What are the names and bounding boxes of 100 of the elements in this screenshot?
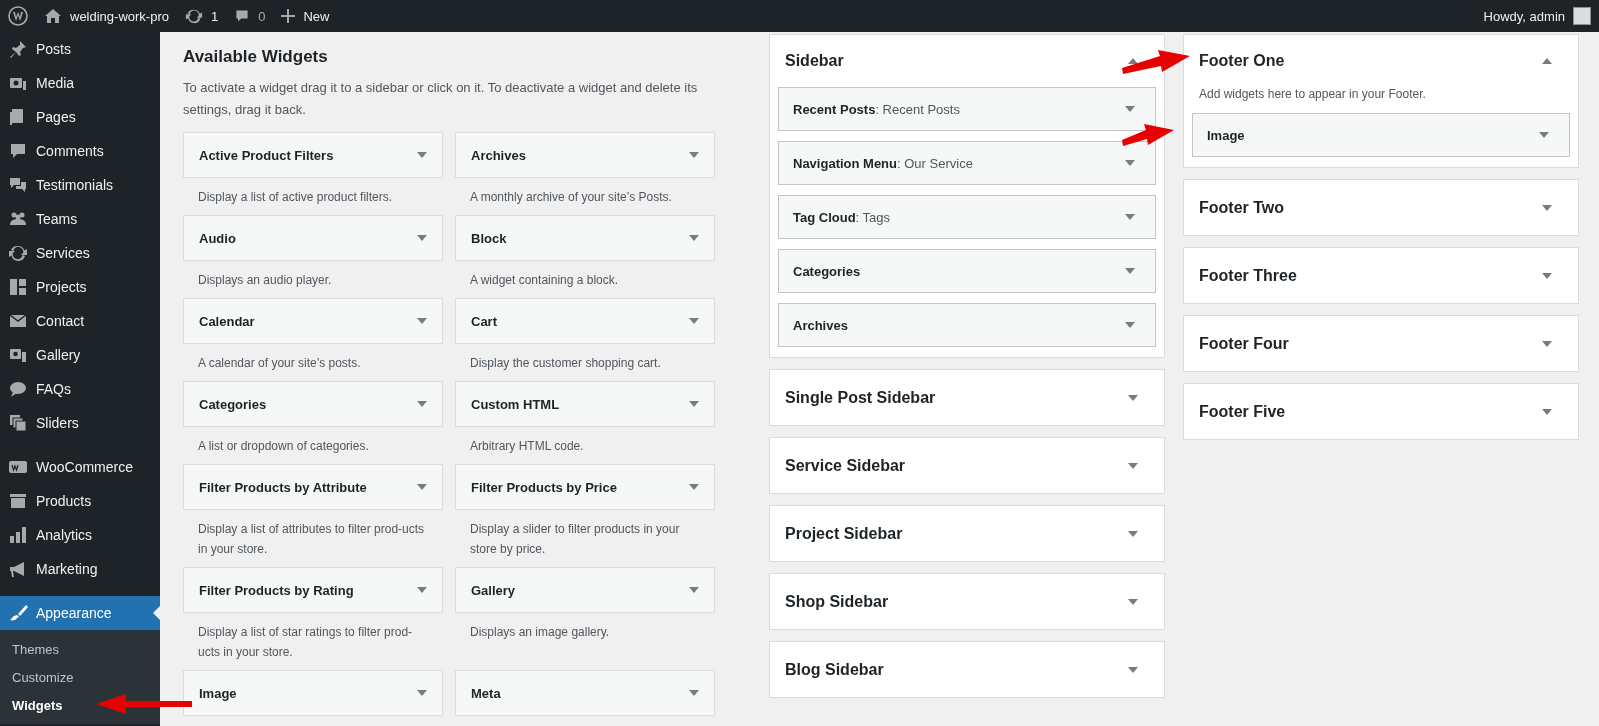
caret-icon[interactable] xyxy=(417,484,427,490)
submenu-item[interactable]: Widgets xyxy=(0,692,75,720)
new-link[interactable]: New xyxy=(303,8,330,24)
widget-item[interactable]: Calendar xyxy=(183,298,443,344)
widget-description: Displays an image gallery. xyxy=(470,624,611,641)
caret-icon[interactable] xyxy=(1542,340,1552,347)
sync-icon xyxy=(8,243,28,263)
speech-bubble-icon xyxy=(8,379,28,399)
caret-icon[interactable] xyxy=(417,587,427,593)
caret-icon[interactable] xyxy=(1542,272,1552,279)
caret-icon[interactable] xyxy=(1125,214,1135,220)
widget-item[interactable]: Navigation Menu: Our Service xyxy=(778,141,1156,185)
widget-area-header[interactable]: Footer Two xyxy=(1184,180,1578,235)
menu-item[interactable]: Services xyxy=(0,236,160,270)
caret-icon[interactable] xyxy=(689,235,699,241)
caret-icon[interactable] xyxy=(1542,58,1552,64)
comments-count[interactable]: 0 xyxy=(258,8,266,24)
widget-item[interactable]: Gallery xyxy=(455,567,715,613)
submenu-item[interactable]: Themes xyxy=(0,636,71,664)
sync-icon[interactable] xyxy=(185,7,203,25)
widget-item[interactable]: Active Product Filters xyxy=(183,132,443,178)
caret-icon[interactable] xyxy=(417,318,427,324)
menu-item[interactable]: FAQs xyxy=(0,372,160,406)
menu-item[interactable]: Comments xyxy=(0,134,160,168)
widget-item[interactable]: Image xyxy=(1192,113,1570,157)
caret-icon[interactable] xyxy=(689,318,699,324)
caret-icon[interactable] xyxy=(689,152,699,158)
caret-icon[interactable] xyxy=(1128,58,1138,64)
plus-icon[interactable] xyxy=(281,9,296,23)
widget-item[interactable]: Audio xyxy=(183,215,443,261)
menu-item[interactable]: Projects xyxy=(0,270,160,304)
caret-icon[interactable] xyxy=(1539,132,1549,138)
widget-item[interactable]: Archives xyxy=(455,132,715,178)
menu-item[interactable]: Teams xyxy=(0,202,160,236)
caret-icon[interactable] xyxy=(689,484,699,490)
caret-icon[interactable] xyxy=(689,690,699,696)
speech-bubble-icon xyxy=(8,141,28,161)
widget-area-header[interactable]: Blog Sidebar xyxy=(770,642,1164,697)
caret-icon[interactable] xyxy=(1125,160,1135,166)
widget-item[interactable]: Categories xyxy=(778,249,1156,293)
widget-description: A monthly archive of your site’s Posts. xyxy=(470,189,673,206)
caret-icon[interactable] xyxy=(1125,106,1135,112)
caret-icon[interactable] xyxy=(1125,268,1135,274)
widget-item[interactable]: Recent Posts: Recent Posts xyxy=(778,87,1156,131)
home-icon[interactable] xyxy=(44,8,62,24)
menu-item[interactable]: Analytics xyxy=(0,518,160,552)
widget-item[interactable]: Custom HTML xyxy=(455,381,715,427)
caret-icon[interactable] xyxy=(689,587,699,593)
menu-item[interactable]: WooCommerce xyxy=(0,450,160,484)
widget-item[interactable]: Block xyxy=(455,215,715,261)
caret-icon[interactable] xyxy=(689,401,699,407)
widget-item[interactable]: Filter Products by Price xyxy=(455,464,715,510)
widget-item[interactable]: Tag Cloud: Tags xyxy=(778,195,1156,239)
menu-item[interactable]: Marketing xyxy=(0,552,160,586)
caret-icon[interactable] xyxy=(1128,394,1138,401)
greeting-link[interactable]: Howdy, admin xyxy=(1483,8,1565,24)
widget-item[interactable]: Filter Products by Rating xyxy=(183,567,443,613)
menu-item[interactable]: Posts xyxy=(0,32,160,66)
menu-item[interactable]: Contact xyxy=(0,304,160,338)
avatar-icon[interactable] xyxy=(1573,7,1591,25)
caret-icon[interactable] xyxy=(1128,666,1138,673)
widget-area-header[interactable]: Service Sidebar xyxy=(770,438,1164,493)
widget-area-header[interactable]: Footer Five xyxy=(1184,384,1578,439)
caret-icon[interactable] xyxy=(1542,408,1552,415)
menu-item[interactable]: Media xyxy=(0,66,160,100)
widget-area-header[interactable]: Footer Four xyxy=(1184,316,1578,371)
widget-area-header[interactable]: Single Post Sidebar xyxy=(770,370,1164,425)
widget-item[interactable]: Meta xyxy=(455,670,715,716)
widget-item[interactable]: Image xyxy=(183,670,443,716)
widget-item[interactable]: Categories xyxy=(183,381,443,427)
widget-area-header[interactable]: Project Sidebar xyxy=(770,506,1164,561)
area-description: Add widgets here to appear in your Footer. xyxy=(1198,87,1427,103)
site-name-link[interactable]: welding-work-pro xyxy=(70,8,169,24)
widget-description: Display a list of active product filters. xyxy=(198,189,394,206)
widget-item[interactable]: Filter Products by Attribute xyxy=(183,464,443,510)
menu-item[interactable]: Testimonials xyxy=(0,168,160,202)
updates-count[interactable]: 1 xyxy=(211,8,219,24)
menu-item[interactable]: Gallery xyxy=(0,338,160,372)
widget-area-header[interactable]: Sidebar xyxy=(770,35,1164,87)
menu-item[interactable]: Appearance xyxy=(0,596,160,630)
caret-icon[interactable] xyxy=(1128,598,1138,605)
submenu-item[interactable]: Customize xyxy=(0,664,86,692)
wordpress-logo-icon[interactable] xyxy=(8,6,28,26)
menu-item[interactable]: Sliders xyxy=(0,406,160,440)
widget-item[interactable]: Archives xyxy=(778,303,1156,347)
menu-item[interactable]: Products xyxy=(0,484,160,518)
caret-icon[interactable] xyxy=(1128,530,1138,537)
speech-bubble-icon[interactable] xyxy=(234,8,251,24)
caret-icon[interactable] xyxy=(1128,462,1138,469)
caret-icon[interactable] xyxy=(417,690,427,696)
caret-icon[interactable] xyxy=(1542,204,1552,211)
widget-area-header[interactable]: Shop Sidebar xyxy=(770,574,1164,629)
caret-icon[interactable] xyxy=(1125,322,1135,328)
caret-icon[interactable] xyxy=(417,152,427,158)
widget-item[interactable]: Cart xyxy=(455,298,715,344)
widget-area-header[interactable]: Footer Three xyxy=(1184,248,1578,303)
menu-item[interactable]: Pages xyxy=(0,100,160,134)
widget-area-header[interactable]: Footer One xyxy=(1184,35,1578,87)
caret-icon[interactable] xyxy=(417,235,427,241)
caret-icon[interactable] xyxy=(417,401,427,407)
